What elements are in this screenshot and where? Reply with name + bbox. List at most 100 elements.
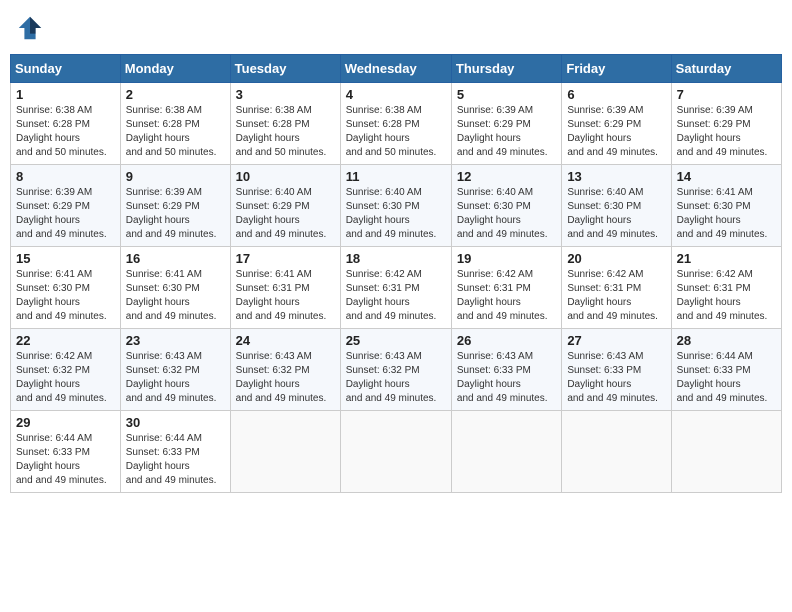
day-number: 28 (677, 333, 776, 348)
calendar-cell (671, 411, 781, 493)
day-info: Sunrise: 6:39 AMSunset: 6:29 PMDaylight … (16, 187, 107, 240)
day-info: Sunrise: 6:38 AMSunset: 6:28 PMDaylight … (16, 105, 107, 158)
calendar-cell: 27 Sunrise: 6:43 AMSunset: 6:33 PMDaylig… (562, 329, 671, 411)
logo-icon (16, 14, 44, 42)
day-info: Sunrise: 6:43 AMSunset: 6:32 PMDaylight … (346, 351, 437, 404)
day-number: 3 (236, 87, 335, 102)
calendar-cell: 30 Sunrise: 6:44 AMSunset: 6:33 PMDaylig… (120, 411, 230, 493)
calendar-cell: 28 Sunrise: 6:44 AMSunset: 6:33 PMDaylig… (671, 329, 781, 411)
day-header-wednesday: Wednesday (340, 55, 451, 83)
calendar-cell: 1 Sunrise: 6:38 AMSunset: 6:28 PMDayligh… (11, 83, 121, 165)
day-info: Sunrise: 6:39 AMSunset: 6:29 PMDaylight … (457, 105, 548, 158)
calendar-cell: 8 Sunrise: 6:39 AMSunset: 6:29 PMDayligh… (11, 165, 121, 247)
calendar-cell: 7 Sunrise: 6:39 AMSunset: 6:29 PMDayligh… (671, 83, 781, 165)
day-number: 9 (126, 169, 225, 184)
day-info: Sunrise: 6:38 AMSunset: 6:28 PMDaylight … (346, 105, 437, 158)
day-header-monday: Monday (120, 55, 230, 83)
calendar-header-row: SundayMondayTuesdayWednesdayThursdayFrid… (11, 55, 782, 83)
day-number: 19 (457, 251, 556, 266)
calendar-week-2: 8 Sunrise: 6:39 AMSunset: 6:29 PMDayligh… (11, 165, 782, 247)
calendar-cell: 2 Sunrise: 6:38 AMSunset: 6:28 PMDayligh… (120, 83, 230, 165)
calendar-cell: 13 Sunrise: 6:40 AMSunset: 6:30 PMDaylig… (562, 165, 671, 247)
day-info: Sunrise: 6:44 AMSunset: 6:33 PMDaylight … (16, 433, 107, 486)
day-info: Sunrise: 6:38 AMSunset: 6:28 PMDaylight … (126, 105, 217, 158)
calendar-cell: 3 Sunrise: 6:38 AMSunset: 6:28 PMDayligh… (230, 83, 340, 165)
day-info: Sunrise: 6:38 AMSunset: 6:28 PMDaylight … (236, 105, 327, 158)
day-info: Sunrise: 6:41 AMSunset: 6:30 PMDaylight … (126, 269, 217, 322)
day-info: Sunrise: 6:42 AMSunset: 6:31 PMDaylight … (346, 269, 437, 322)
calendar-cell: 12 Sunrise: 6:40 AMSunset: 6:30 PMDaylig… (451, 165, 561, 247)
day-number: 16 (126, 251, 225, 266)
day-number: 1 (16, 87, 115, 102)
calendar-week-3: 15 Sunrise: 6:41 AMSunset: 6:30 PMDaylig… (11, 247, 782, 329)
day-header-tuesday: Tuesday (230, 55, 340, 83)
day-number: 7 (677, 87, 776, 102)
day-info: Sunrise: 6:44 AMSunset: 6:33 PMDaylight … (126, 433, 217, 486)
calendar-cell: 17 Sunrise: 6:41 AMSunset: 6:31 PMDaylig… (230, 247, 340, 329)
calendar-cell: 4 Sunrise: 6:38 AMSunset: 6:28 PMDayligh… (340, 83, 451, 165)
day-number: 24 (236, 333, 335, 348)
day-number: 15 (16, 251, 115, 266)
day-number: 13 (567, 169, 665, 184)
day-number: 22 (16, 333, 115, 348)
day-info: Sunrise: 6:43 AMSunset: 6:32 PMDaylight … (126, 351, 217, 404)
day-info: Sunrise: 6:42 AMSunset: 6:31 PMDaylight … (457, 269, 548, 322)
day-info: Sunrise: 6:40 AMSunset: 6:30 PMDaylight … (457, 187, 548, 240)
calendar-cell: 18 Sunrise: 6:42 AMSunset: 6:31 PMDaylig… (340, 247, 451, 329)
calendar-week-1: 1 Sunrise: 6:38 AMSunset: 6:28 PMDayligh… (11, 83, 782, 165)
day-number: 14 (677, 169, 776, 184)
day-number: 20 (567, 251, 665, 266)
calendar-cell: 24 Sunrise: 6:43 AMSunset: 6:32 PMDaylig… (230, 329, 340, 411)
day-number: 29 (16, 415, 115, 430)
day-info: Sunrise: 6:41 AMSunset: 6:30 PMDaylight … (677, 187, 768, 240)
day-number: 5 (457, 87, 556, 102)
calendar-cell (451, 411, 561, 493)
day-header-saturday: Saturday (671, 55, 781, 83)
calendar-cell: 10 Sunrise: 6:40 AMSunset: 6:29 PMDaylig… (230, 165, 340, 247)
header (10, 10, 782, 46)
calendar-cell: 5 Sunrise: 6:39 AMSunset: 6:29 PMDayligh… (451, 83, 561, 165)
day-number: 26 (457, 333, 556, 348)
day-info: Sunrise: 6:39 AMSunset: 6:29 PMDaylight … (677, 105, 768, 158)
calendar: SundayMondayTuesdayWednesdayThursdayFrid… (10, 54, 782, 493)
calendar-cell: 9 Sunrise: 6:39 AMSunset: 6:29 PMDayligh… (120, 165, 230, 247)
day-number: 12 (457, 169, 556, 184)
day-info: Sunrise: 6:43 AMSunset: 6:33 PMDaylight … (457, 351, 548, 404)
calendar-cell: 11 Sunrise: 6:40 AMSunset: 6:30 PMDaylig… (340, 165, 451, 247)
calendar-cell: 19 Sunrise: 6:42 AMSunset: 6:31 PMDaylig… (451, 247, 561, 329)
day-number: 11 (346, 169, 446, 184)
logo (16, 14, 48, 42)
calendar-cell (230, 411, 340, 493)
day-info: Sunrise: 6:39 AMSunset: 6:29 PMDaylight … (126, 187, 217, 240)
calendar-cell: 22 Sunrise: 6:42 AMSunset: 6:32 PMDaylig… (11, 329, 121, 411)
calendar-week-4: 22 Sunrise: 6:42 AMSunset: 6:32 PMDaylig… (11, 329, 782, 411)
day-number: 21 (677, 251, 776, 266)
day-number: 23 (126, 333, 225, 348)
day-number: 17 (236, 251, 335, 266)
day-header-sunday: Sunday (11, 55, 121, 83)
day-header-friday: Friday (562, 55, 671, 83)
day-info: Sunrise: 6:41 AMSunset: 6:31 PMDaylight … (236, 269, 327, 322)
calendar-cell: 20 Sunrise: 6:42 AMSunset: 6:31 PMDaylig… (562, 247, 671, 329)
calendar-cell (340, 411, 451, 493)
day-info: Sunrise: 6:44 AMSunset: 6:33 PMDaylight … (677, 351, 768, 404)
day-info: Sunrise: 6:43 AMSunset: 6:33 PMDaylight … (567, 351, 658, 404)
calendar-cell: 14 Sunrise: 6:41 AMSunset: 6:30 PMDaylig… (671, 165, 781, 247)
calendar-cell: 25 Sunrise: 6:43 AMSunset: 6:32 PMDaylig… (340, 329, 451, 411)
day-info: Sunrise: 6:40 AMSunset: 6:30 PMDaylight … (567, 187, 658, 240)
day-info: Sunrise: 6:43 AMSunset: 6:32 PMDaylight … (236, 351, 327, 404)
day-number: 30 (126, 415, 225, 430)
day-info: Sunrise: 6:41 AMSunset: 6:30 PMDaylight … (16, 269, 107, 322)
calendar-cell: 16 Sunrise: 6:41 AMSunset: 6:30 PMDaylig… (120, 247, 230, 329)
day-number: 4 (346, 87, 446, 102)
calendar-cell: 21 Sunrise: 6:42 AMSunset: 6:31 PMDaylig… (671, 247, 781, 329)
calendar-cell: 29 Sunrise: 6:44 AMSunset: 6:33 PMDaylig… (11, 411, 121, 493)
day-info: Sunrise: 6:42 AMSunset: 6:32 PMDaylight … (16, 351, 107, 404)
calendar-cell: 23 Sunrise: 6:43 AMSunset: 6:32 PMDaylig… (120, 329, 230, 411)
calendar-cell: 6 Sunrise: 6:39 AMSunset: 6:29 PMDayligh… (562, 83, 671, 165)
day-info: Sunrise: 6:40 AMSunset: 6:30 PMDaylight … (346, 187, 437, 240)
day-info: Sunrise: 6:40 AMSunset: 6:29 PMDaylight … (236, 187, 327, 240)
calendar-cell: 26 Sunrise: 6:43 AMSunset: 6:33 PMDaylig… (451, 329, 561, 411)
day-number: 10 (236, 169, 335, 184)
day-number: 18 (346, 251, 446, 266)
